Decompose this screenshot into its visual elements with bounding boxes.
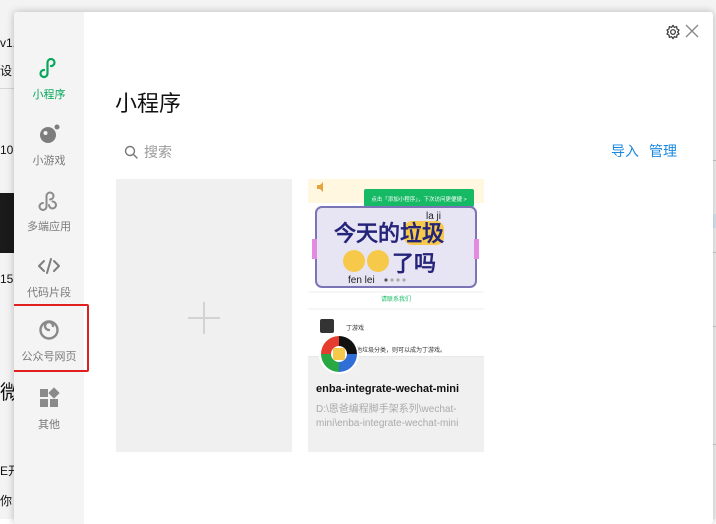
search-placeholder: 搜索 — [144, 144, 172, 160]
miniprogram-icon — [39, 57, 56, 79]
preview-banner-text: 点击「添加小程序」，下次访问更便捷 > — [371, 195, 467, 203]
sidebar-item-minigame[interactable]: 小游戏 — [14, 122, 84, 168]
sidebar-item-label: 小程序 — [32, 89, 66, 101]
sidebar-item-miniprogram[interactable]: 小程序 — [14, 56, 84, 102]
preview-headline-2: 了吗 — [392, 251, 436, 276]
preview-headline: 今天的垃圾 — [334, 221, 445, 246]
project-thumbnail: 点击「添加小程序」，下次访问更便捷 > la ji 今天的垃圾 了吗 fen l… — [308, 179, 484, 357]
sidebar-item-other[interactable]: 其他 — [14, 386, 84, 432]
bg-menu-text: 设 — [0, 64, 13, 78]
sidebar-item-label: 多端应用 — [27, 221, 71, 233]
sidebar-item-label: 小游戏 — [32, 155, 66, 167]
bg-divider — [0, 88, 14, 89]
page-title: 小程序 — [115, 91, 182, 116]
sidebar-item-label: 其他 — [38, 419, 60, 431]
other-icon — [40, 387, 60, 407]
preview-pinyin-bottom: fen lei — [348, 275, 375, 286]
multiplatform-icon — [38, 191, 57, 211]
project-dialog: 小程序 小游戏 多端应用 代码片段 公众号网页 其他 小程序 搜索 导入 管理 … — [14, 12, 713, 524]
sidebar-item-multiplatform[interactable]: 多端应用 — [14, 188, 84, 234]
code-snippet-icon — [38, 258, 60, 274]
project-logo-icon — [319, 334, 359, 374]
manage-link[interactable]: 管理 — [649, 141, 677, 161]
red-highlight-box — [14, 304, 89, 372]
sidebar-item-label: 代码片段 — [27, 287, 71, 299]
import-link[interactable]: 导入 — [611, 141, 639, 161]
bg-number-text: 10 — [0, 143, 14, 157]
settings-gear-icon[interactable] — [665, 24, 681, 40]
preview-link: 请联系我们 — [381, 295, 411, 303]
bg-text-you: 你 — [0, 494, 13, 508]
main-panel: 小程序 搜索 导入 管理 点击「添加小程序」，下次访问更便捷 > la ji 今… — [84, 12, 713, 524]
bg-dark-panel — [0, 193, 14, 253]
plus-icon — [188, 302, 220, 334]
bg-number-text-2: 15 — [0, 272, 14, 286]
search-box[interactable]: 搜索 — [124, 142, 172, 162]
preview-sub-title: 丁游戏 — [346, 324, 364, 332]
thumbnail-preview: 点击「添加小程序」，下次访问更便捷 > la ji 今天的垃圾 了吗 fen l… — [308, 179, 484, 356]
search-icon — [124, 145, 138, 159]
sidebar: 小程序 小游戏 多端应用 代码片段 公众号网页 其他 — [14, 12, 89, 524]
project-name: enba-integrate-wechat-mini — [316, 383, 460, 395]
new-project-card[interactable] — [116, 179, 292, 452]
minigame-icon — [40, 124, 60, 143]
project-card[interactable]: 点击「添加小程序」，下次访问更便捷 > la ji 今天的垃圾 了吗 fen l… — [308, 179, 484, 452]
sidebar-item-code-snippet[interactable]: 代码片段 — [14, 254, 84, 300]
project-path: D:\恩爸编程脚手架系列\wechat-mini\enba-integrate-… — [316, 404, 459, 429]
close-icon[interactable] — [684, 23, 700, 39]
